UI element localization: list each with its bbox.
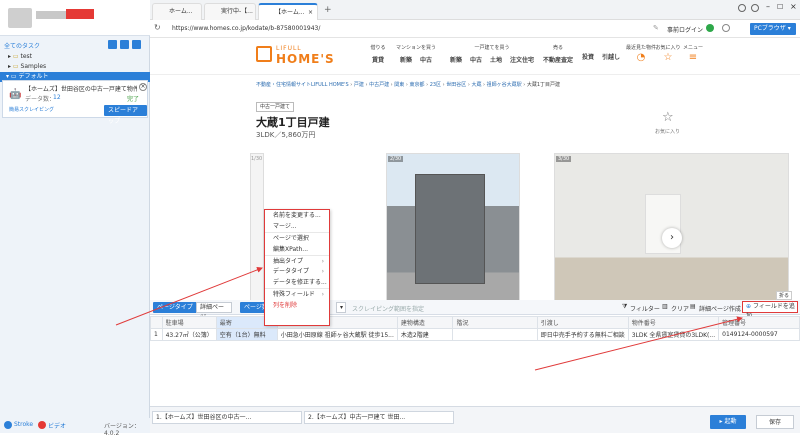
annotation-arrows bbox=[115, 267, 743, 371]
step-tab-2[interactable]: 2.【ホームズ】中古一戸建て 世田... bbox=[304, 411, 454, 424]
step-tab-1[interactable]: 1.【ホームズ】世田谷区の中古一... bbox=[152, 411, 302, 424]
run-label: 起動 bbox=[724, 418, 737, 425]
run-button[interactable]: ▸ 起動 bbox=[710, 415, 746, 429]
annotation-arrow-menu bbox=[115, 267, 263, 326]
step-tab-label: 2.【ホームズ】中古一戸建て 世田... bbox=[308, 414, 406, 421]
save-button[interactable]: 保存 bbox=[756, 415, 794, 429]
task-footer: 1.【ホームズ】世田谷区の中古一... 2.【ホームズ】中古一戸建て 世田...… bbox=[150, 406, 800, 433]
annotation-arrow-add-field bbox=[534, 316, 743, 371]
step-tab-label: 1.【ホームズ】世田谷区の中古一... bbox=[156, 414, 252, 421]
